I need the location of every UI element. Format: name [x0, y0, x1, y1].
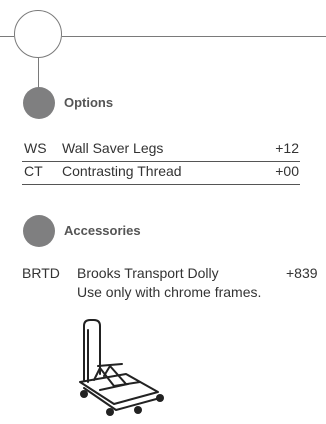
option-code: CT: [24, 163, 43, 179]
accessory-name: Brooks Transport Dolly: [77, 265, 219, 281]
accessory-note: Use only with chrome frames.: [77, 284, 262, 300]
options-title: Options: [64, 95, 114, 110]
accessories-marker-icon: [23, 215, 55, 247]
accessory-price: +839: [286, 265, 318, 281]
option-price: +12: [275, 140, 299, 156]
accessory-row-brtd: BRTD Brooks Transport Dolly +839: [0, 265, 326, 283]
option-name: Contrasting Thread: [62, 163, 182, 179]
option-row-ws: WS Wall Saver Legs +12: [0, 140, 326, 158]
option-name: Wall Saver Legs: [62, 140, 164, 156]
options-marker-icon: [23, 87, 55, 119]
accessory-code: BRTD: [22, 265, 60, 281]
header-line-left: [0, 36, 14, 37]
header-line-right: [62, 36, 326, 37]
option-price: +00: [275, 163, 299, 179]
accessories-title: Accessories: [64, 223, 141, 238]
option-divider: [22, 161, 300, 162]
header-circle-icon: [14, 10, 62, 58]
option-code: WS: [24, 140, 47, 156]
transport-dolly-illustration: [79, 319, 164, 416]
option-row-ct: CT Contrasting Thread +00: [0, 163, 326, 181]
option-divider: [22, 184, 300, 185]
